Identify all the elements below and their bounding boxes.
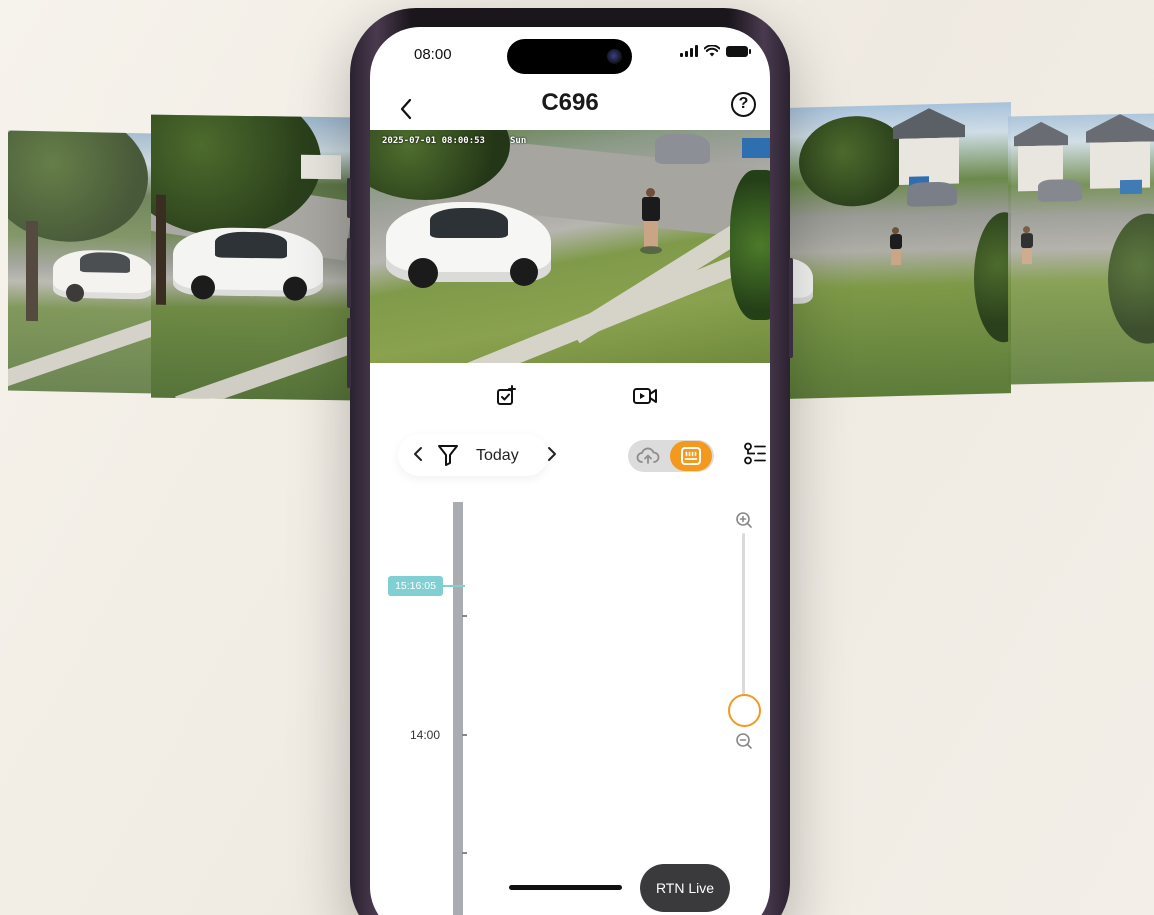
timeline-current-line — [443, 585, 465, 587]
cloud-storage-option[interactable] — [636, 446, 660, 471]
event-list-icon — [744, 442, 766, 465]
phone-side-button — [789, 258, 793, 358]
timeline-tick — [462, 615, 467, 617]
video-timestamp: 2025-07-01 08:00:53 — [382, 136, 485, 146]
sd-card-icon — [681, 447, 701, 465]
zoom-out-button[interactable] — [735, 732, 753, 755]
scene-panel-far-left — [8, 130, 156, 394]
date-label[interactable]: Today — [476, 447, 519, 465]
page-title: C696 — [541, 89, 599, 116]
filter-funnel-icon — [438, 445, 458, 466]
dynamic-island — [507, 39, 632, 74]
timeline-current-time: 15:16:05 — [388, 576, 443, 596]
status-time: 08:00 — [414, 46, 452, 63]
timeline-time-label: 14:00 — [410, 728, 441, 742]
zoom-in-icon — [736, 512, 752, 528]
home-indicator — [509, 885, 622, 890]
scene-panel-far-right — [1008, 113, 1154, 385]
cloud-icon — [636, 447, 660, 464]
zoom-out-icon — [736, 733, 752, 749]
chevron-left-icon — [414, 447, 422, 461]
timeline-tick — [462, 734, 467, 736]
prev-day-button[interactable] — [412, 444, 424, 468]
date-filter-pill: Today — [398, 434, 556, 476]
event-list-button[interactable] — [743, 441, 767, 472]
zoom-slider-track[interactable] — [742, 533, 745, 711]
sd-card-option[interactable] — [670, 441, 712, 471]
filter-button[interactable] — [436, 443, 460, 472]
phone-side-button — [347, 318, 351, 388]
scene-panel-right — [789, 102, 1011, 399]
next-day-button[interactable] — [546, 444, 558, 468]
record-video-icon — [633, 388, 657, 404]
zoom-in-button[interactable] — [735, 511, 753, 534]
signal-icon — [680, 45, 698, 57]
video-weekday: Sun — [510, 136, 527, 146]
app-screen: 08:00 C696 ? 2025-07-01 08:00:53 Sun Tod… — [370, 27, 770, 915]
phone-side-button — [347, 238, 351, 308]
timeline-tick — [462, 852, 467, 854]
scene-panel-left — [151, 114, 350, 401]
storage-source-toggle[interactable] — [628, 440, 714, 472]
status-icons — [680, 45, 751, 57]
record-video-button[interactable] — [627, 380, 663, 412]
help-button[interactable]: ? — [731, 92, 756, 117]
wifi-icon — [704, 45, 720, 57]
phone-side-button — [347, 178, 351, 218]
rtn-live-button[interactable]: RTN Live — [640, 864, 730, 912]
battery-icon — [726, 45, 751, 57]
snapshot-button[interactable] — [488, 380, 524, 412]
chevron-right-icon — [548, 447, 556, 461]
phone-frame: 08:00 C696 ? 2025-07-01 08:00:53 Sun Tod… — [347, 8, 793, 915]
live-video-feed[interactable]: 2025-07-01 08:00:53 Sun — [370, 130, 770, 363]
zoom-slider-handle[interactable] — [728, 694, 761, 727]
snapshot-icon — [497, 385, 516, 405]
question-circle-icon: ? — [738, 95, 749, 112]
